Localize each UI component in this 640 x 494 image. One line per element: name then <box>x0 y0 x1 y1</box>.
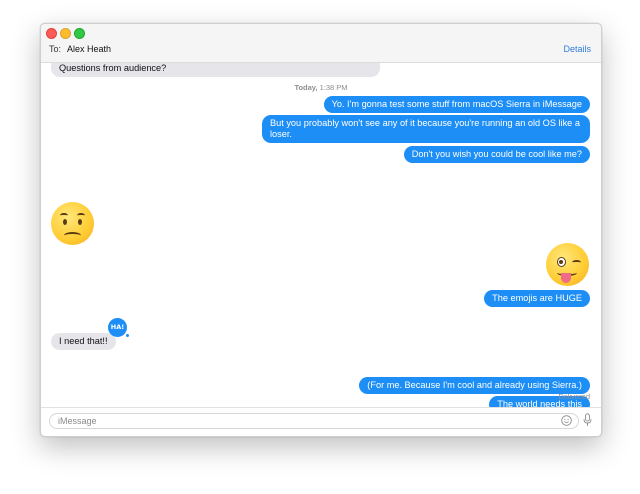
minimize-window-button[interactable] <box>60 28 71 39</box>
emoji-mouth <box>64 232 81 239</box>
title-bar: To: Alex Heath Details <box>41 24 601 63</box>
outgoing-message[interactable]: But you probably won't see any of it bec… <box>262 115 590 143</box>
outgoing-message[interactable]: Yo. I'm gonna test some stuff from macOS… <box>323 96 590 113</box>
message-text: Don't you wish you could be cool like me… <box>411 149 582 159</box>
recipient-name[interactable]: Alex Heath <box>67 44 111 54</box>
emoji-picker-icon[interactable] <box>561 415 572 426</box>
incoming-message[interactable]: Questions from audience? <box>51 63 380 77</box>
message-text: Yo. I'm gonna test some stuff from macOS… <box>331 99 582 109</box>
conversation-transcript[interactable]: Questions from audience? Today, 1:38 PM … <box>41 63 601 408</box>
outgoing-message[interactable]: (For me. Because I'm cool and already us… <box>359 377 590 394</box>
timestamp: Today, 1:38 PM <box>41 83 601 92</box>
emoji-brow <box>60 213 68 218</box>
message-text: The emojis are HUGE <box>492 293 582 303</box>
tapback-tail <box>126 334 129 337</box>
emoji-tongue <box>561 273 571 283</box>
emoji-pupil <box>559 260 563 264</box>
microphone-icon[interactable] <box>583 413 592 427</box>
message-text: But you probably won't see any of it bec… <box>270 118 580 139</box>
messages-window: To: Alex Heath Details Questions from au… <box>40 23 602 437</box>
tapback-label: HA! <box>110 323 125 331</box>
timestamp-time: 1:38 PM <box>319 83 348 92</box>
message-input[interactable] <box>49 413 579 429</box>
to-label: To: <box>49 44 62 54</box>
outgoing-message[interactable]: The emojis are HUGE <box>484 290 590 307</box>
timestamp-day: Today, <box>294 83 318 92</box>
winking-face-with-tongue-emoji[interactable] <box>546 243 589 286</box>
close-window-button[interactable] <box>46 28 57 39</box>
message-text: Questions from audience? <box>59 63 167 73</box>
delivered-status: Delivered <box>558 392 590 401</box>
message-text: (For me. Because I'm cool and already us… <box>367 380 582 390</box>
message-text: I need that!! <box>59 336 108 346</box>
emoji-wink <box>572 260 581 265</box>
emoji-brow <box>77 213 85 218</box>
emoji-eye <box>78 219 82 225</box>
worried-face-emoji[interactable] <box>51 202 94 245</box>
details-button[interactable]: Details <box>563 44 591 54</box>
emoji-eye <box>63 219 67 225</box>
zoom-window-button[interactable] <box>74 28 85 39</box>
incoming-message[interactable]: I need that!! <box>51 333 116 350</box>
haha-tapback-badge[interactable]: HA! <box>108 318 127 337</box>
outgoing-message[interactable]: Don't you wish you could be cool like me… <box>403 146 590 163</box>
compose-bar <box>41 407 601 436</box>
